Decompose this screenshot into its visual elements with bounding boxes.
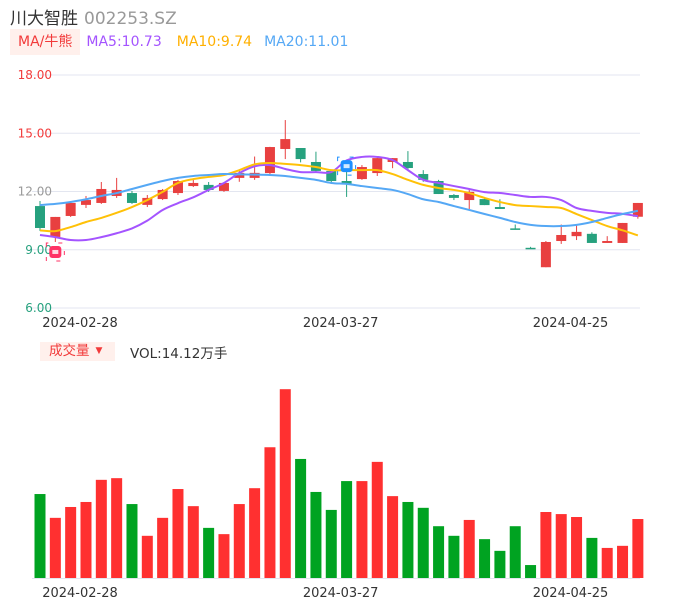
volume-bar (310, 491, 322, 578)
candle-body (602, 241, 613, 243)
candle-body (65, 202, 76, 216)
volume-bar (617, 545, 629, 578)
candle (111, 177, 122, 198)
volume-bar (601, 547, 613, 578)
y-tick-label: 12.00 (18, 185, 52, 199)
candle-body (188, 182, 199, 187)
candle (188, 179, 199, 188)
volume-bar (65, 506, 77, 578)
candle (602, 236, 613, 243)
y-tick-label: 6.00 (25, 301, 52, 315)
candle-body (50, 216, 61, 237)
candle (295, 148, 306, 163)
y-tick-label: 9.00 (25, 243, 52, 257)
candle-body (295, 148, 306, 160)
volume-bar (126, 504, 138, 578)
candle (448, 194, 459, 201)
volume-bar (525, 565, 537, 578)
volume-bar (49, 517, 61, 578)
price-axis-date-label: 2024-03-27 (303, 316, 379, 331)
stock-chart[interactable]: 18.0015.0012.009.006.002024-02-28 2024-03… (0, 0, 686, 606)
volume-bar (341, 481, 353, 578)
candle (510, 224, 521, 230)
volume-bar (417, 507, 429, 578)
candle (586, 232, 597, 243)
candle (571, 224, 582, 241)
y-tick-label: 18.00 (18, 68, 52, 82)
volume-bar (34, 494, 46, 578)
candle (356, 165, 367, 180)
volume-bar (279, 389, 291, 578)
volume-bar (187, 506, 199, 578)
volume-axis-date-label: 2024-04-25 (533, 586, 609, 601)
candle (264, 146, 275, 175)
volume-bar (249, 488, 261, 578)
volume-bar (463, 519, 475, 578)
candle (310, 151, 321, 173)
volume-bar (218, 534, 230, 578)
candle (280, 120, 291, 160)
volume-axis-date-label: 2024-03-27 (303, 586, 379, 601)
volume-bar (233, 504, 245, 578)
candle (96, 181, 107, 204)
y-tick-label: 15.00 (18, 126, 52, 140)
volume-bar (356, 481, 368, 578)
candle-body (264, 147, 275, 174)
candle (540, 241, 551, 268)
candle (126, 190, 137, 204)
volume-bar (632, 519, 644, 578)
volume-bar (95, 479, 107, 578)
volume-axis-date-label: 2024-02-28 (42, 586, 118, 601)
volume-bar (586, 537, 598, 578)
volume-bar (387, 496, 399, 578)
candle-body (586, 233, 597, 243)
price-axis-date-label: 2024-04-25 (533, 316, 609, 331)
volume-bar (264, 447, 276, 578)
volume-bar (371, 461, 383, 578)
candle-body (617, 222, 628, 243)
volume-bar (157, 517, 169, 578)
volume-bar (479, 539, 491, 578)
volume-bar (555, 514, 567, 578)
volume-bar (448, 535, 460, 578)
volume-bar (402, 501, 414, 578)
price-axis-date-label: 2024-02-28 (42, 316, 118, 331)
volume-bar (509, 526, 521, 578)
volume-bar (80, 501, 92, 578)
candle (556, 224, 567, 244)
volume-bar (111, 478, 123, 578)
candle-body (448, 194, 459, 198)
candle-body (126, 193, 137, 203)
candle (525, 246, 536, 250)
candle-body (356, 167, 367, 180)
candle-body (35, 206, 45, 229)
volume-bar (540, 512, 552, 578)
volume-bar (172, 489, 184, 578)
candle (372, 156, 383, 176)
candle-body (494, 207, 505, 209)
candle (617, 222, 628, 243)
candle-body (280, 139, 291, 149)
volume-bar (571, 517, 583, 578)
volume-bar (203, 527, 215, 578)
marker-glyph (343, 164, 350, 169)
volume-bar (141, 535, 153, 578)
candle-body (571, 231, 582, 237)
volume-bar (433, 526, 445, 578)
volume-bar (494, 550, 506, 578)
volume-bar (325, 509, 337, 578)
volume-bar (295, 458, 307, 578)
candle-body (510, 228, 521, 230)
candle-body (556, 234, 567, 242)
candle-body (540, 241, 551, 268)
candle-body (525, 247, 536, 250)
candle-body (479, 199, 490, 206)
marker-glyph (52, 249, 59, 254)
